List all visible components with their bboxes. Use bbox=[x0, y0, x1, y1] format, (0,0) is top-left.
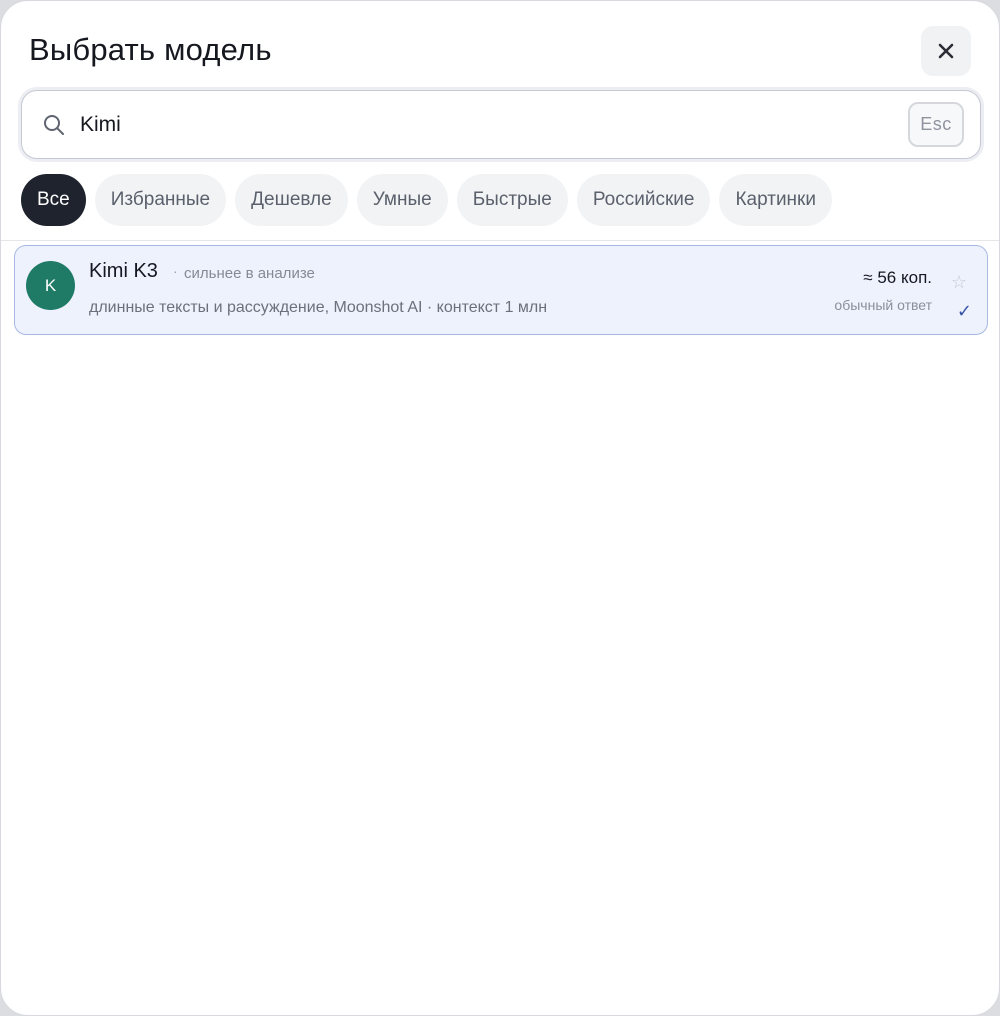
filter-chip-images[interactable]: Картинки bbox=[719, 174, 832, 226]
filter-chip-fast[interactable]: Быстрые bbox=[456, 174, 568, 226]
dialog-title: Выбрать модель bbox=[29, 32, 272, 67]
model-tag: сильнее в анализе bbox=[184, 265, 315, 282]
close-icon bbox=[938, 43, 954, 59]
model-price-note: обычный ответ bbox=[834, 297, 932, 313]
model-name: Kimi K3 bbox=[89, 260, 158, 282]
esc-key-hint[interactable]: Esc bbox=[908, 102, 964, 147]
search-input[interactable] bbox=[80, 103, 900, 147]
close-button[interactable] bbox=[921, 26, 971, 76]
filter-chip-smart[interactable]: Умные bbox=[356, 174, 448, 226]
filter-chips: Все Избранные Дешевле Умные Быстрые Росс… bbox=[21, 174, 832, 226]
model-avatar: K bbox=[26, 261, 75, 310]
filter-chip-all[interactable]: Все bbox=[21, 174, 86, 226]
star-icon[interactable]: ☆ bbox=[951, 272, 967, 293]
check-icon: ✓ bbox=[956, 301, 972, 321]
filter-chip-favorites[interactable]: Избранные bbox=[94, 174, 227, 226]
filter-chip-russian[interactable]: Российские bbox=[576, 174, 711, 226]
model-price: ≈ 56 коп. bbox=[863, 268, 932, 287]
model-name-separator: · bbox=[173, 263, 178, 279]
search-box: Esc bbox=[21, 90, 981, 159]
filter-chip-cheaper[interactable]: Дешевле bbox=[235, 174, 348, 226]
model-picker-dialog: Выбрать модель Esc Все Избранные Дешевле… bbox=[0, 0, 1000, 1016]
divider bbox=[1, 240, 999, 241]
model-list-item[interactable]: K Kimi K3 · сильнее в анализе длинные те… bbox=[14, 245, 988, 335]
search-icon bbox=[44, 115, 64, 135]
dialog-header: Выбрать модель bbox=[29, 26, 971, 79]
model-description: длинные тексты и рассуждение, Moonshot A… bbox=[89, 299, 548, 316]
